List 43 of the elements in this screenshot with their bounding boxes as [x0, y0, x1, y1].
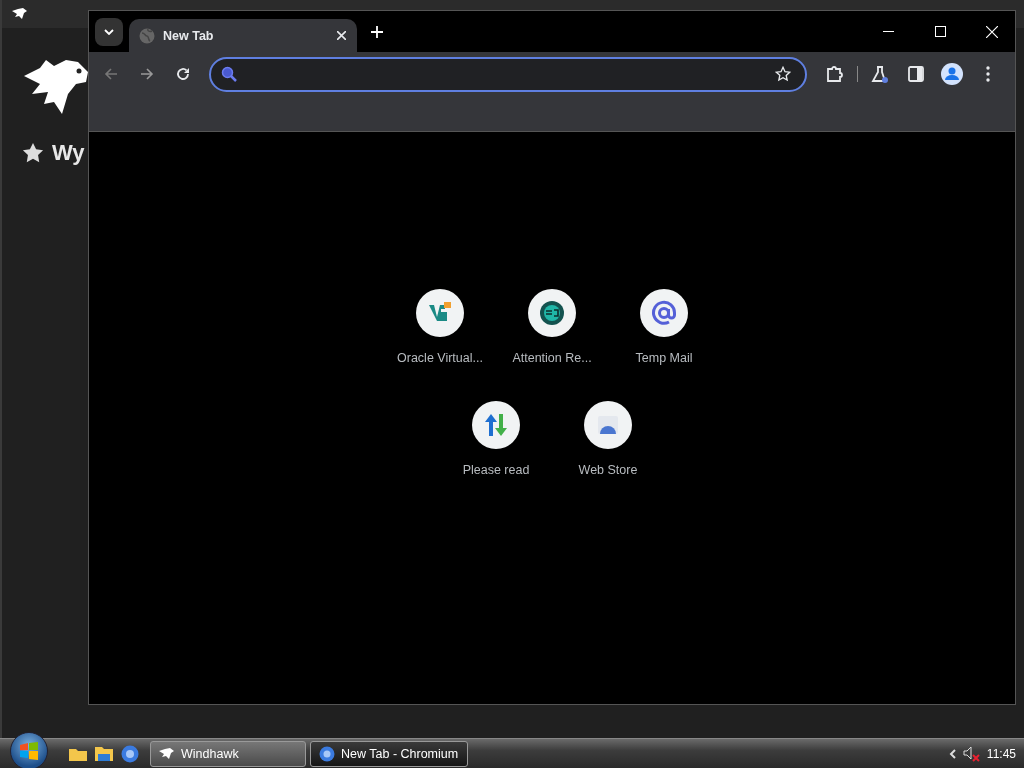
profile-button[interactable]: [938, 60, 966, 88]
arrows-icon: [483, 412, 509, 438]
star-icon: [22, 142, 44, 164]
shortcut-tile[interactable]: Temp Mail: [608, 283, 720, 381]
shortcut-tile[interactable]: Oracle Virtual...: [384, 283, 496, 381]
bookmark-star-button[interactable]: [773, 64, 793, 84]
muted-speaker-icon[interactable]: [962, 745, 981, 762]
caret-icon: [104, 28, 114, 35]
puzzle-icon: [826, 65, 844, 83]
close-icon: [986, 25, 998, 38]
tab-search-button[interactable]: [95, 17, 123, 46]
globe-icon: [139, 27, 155, 44]
menu-icon: [986, 66, 990, 82]
shortcut-tile[interactable]: Web Store: [552, 395, 664, 493]
taskbar-button[interactable]: Windhawk: [150, 740, 306, 767]
shortcut-tile[interactable]: Please read: [440, 395, 552, 493]
logo-icon: [539, 300, 565, 326]
eagle-icon: [159, 747, 175, 760]
side-panel-icon: [908, 66, 924, 82]
chevron-icon[interactable]: [948, 748, 957, 759]
browser-icon: [319, 745, 335, 762]
back-arrow-icon: [104, 67, 118, 81]
clock[interactable]: 11:45: [986, 746, 1016, 761]
sidebar-item[interactable]: Wy: [52, 140, 85, 166]
at-sign-icon: [651, 300, 677, 326]
maximize-icon: [934, 26, 946, 37]
forward-arrow-icon: [140, 67, 154, 81]
search-icon: [221, 66, 237, 82]
shortcut-tile[interactable]: Attention Re...: [496, 283, 608, 381]
close-icon: [336, 31, 346, 40]
flask-icon: [871, 65, 889, 83]
browser-icon[interactable]: [120, 743, 140, 764]
minimize-icon: [882, 30, 894, 33]
reload-icon: [176, 67, 190, 81]
avatar-icon: [941, 63, 963, 85]
plus-icon: [371, 25, 383, 38]
taskbar-button[interactable]: New Tab - Chromium: [310, 740, 468, 767]
windows-logo-icon: [19, 741, 39, 760]
eagle-icon: [12, 8, 28, 20]
browser-tab[interactable]: New Tab: [129, 19, 357, 52]
eagle-logo-icon: [22, 58, 90, 116]
star-icon: [775, 66, 791, 82]
address-bar[interactable]: [209, 56, 807, 92]
